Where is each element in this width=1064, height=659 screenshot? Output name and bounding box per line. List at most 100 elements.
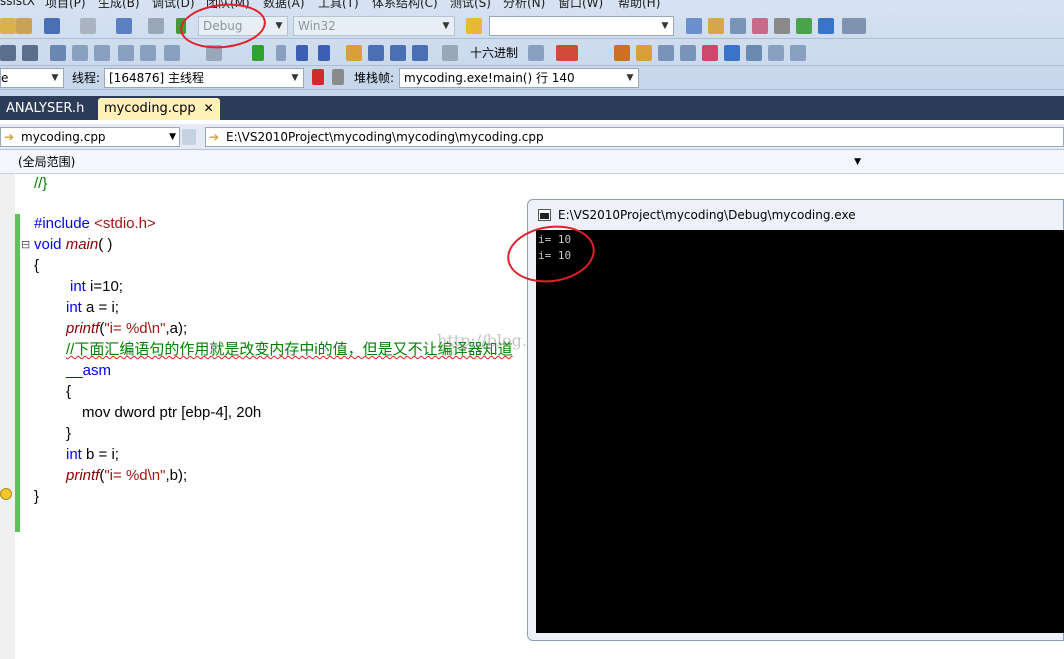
step-out-icon[interactable] (412, 45, 428, 61)
show-next-statement-icon[interactable] (346, 45, 362, 61)
prev-bookmark-icon[interactable] (72, 45, 88, 61)
thread-select[interactable]: [164876] 主线程 ▼ (104, 68, 304, 88)
stack-frame-select[interactable]: mycoding.exe!main() 行 140 ▼ (399, 68, 639, 88)
thread-label: 线程: (72, 71, 101, 85)
bookmark-folder-icon[interactable] (118, 45, 134, 61)
code-line: int i=10; (70, 278, 123, 295)
menu-item-tools[interactable]: 工具(T) (318, 0, 359, 11)
menu-item-debug[interactable]: 调试(D) (152, 0, 195, 11)
quick-watch-icon[interactable] (442, 45, 458, 61)
console-output: i= 10 i= 10 (536, 230, 1064, 633)
menu-item-data[interactable]: 数据(A) (263, 0, 305, 11)
command-window-icon[interactable] (842, 18, 866, 34)
break-all-icon[interactable] (276, 45, 286, 61)
clear-bookmarks-icon[interactable] (140, 45, 156, 61)
platform-select[interactable]: Win32 ▼ (293, 16, 455, 36)
uncomment-icon[interactable] (22, 45, 38, 61)
find-combo[interactable]: ▼ (489, 16, 674, 36)
code-line: } (66, 425, 72, 442)
code-line: void main( ) (34, 236, 113, 253)
flag-filter-icon[interactable] (332, 69, 344, 85)
save-all-icon[interactable] (0, 18, 16, 34)
tab-analyser-h[interactable]: ANALYSER.h (0, 98, 90, 120)
code-line: printf("i= %d\n",b); (66, 467, 188, 484)
tab-mycoding-cpp[interactable]: mycoding.cpp ✕ (98, 98, 220, 120)
open-header-icon[interactable] (724, 45, 740, 61)
show-threads-icon[interactable] (528, 45, 544, 61)
open-file-icon[interactable] (636, 45, 652, 61)
console-window[interactable]: E:\VS2010Project\mycoding\Debug\mycoding… (527, 199, 1064, 641)
code-line: int a = i; (66, 299, 119, 316)
collapse-icon[interactable]: ⊟ (21, 238, 30, 251)
menu-item-analyze[interactable]: 分析(N) (503, 0, 545, 11)
toolbox-icon[interactable] (752, 18, 768, 34)
undo-icon[interactable] (44, 18, 60, 34)
code-line: int b = i; (66, 446, 119, 463)
restart-icon[interactable] (318, 45, 330, 61)
document-tabs: ANALYSER.h mycoding.cpp ✕ (0, 96, 1064, 120)
process-select[interactable]: e ▼ (0, 68, 64, 88)
file-path-value: E:\VS2010Project\mycoding\mycoding\mycod… (226, 130, 544, 144)
bookmark-icon[interactable] (50, 45, 66, 61)
chevron-down-icon: ▼ (291, 73, 299, 83)
indicator-margin (0, 174, 15, 659)
file-path-box[interactable]: ➔ E:\VS2010Project\mycoding\mycoding\myc… (205, 127, 1064, 147)
file-select[interactable]: ➔ mycoding.cpp ▼ (0, 127, 180, 147)
path-icon: ➔ (209, 130, 220, 144)
step-into-icon[interactable] (368, 45, 384, 61)
navigate-backward-icon[interactable] (116, 18, 132, 34)
step-over-icon[interactable] (390, 45, 406, 61)
debug-toolbar: 十六进制 (0, 40, 1064, 66)
chevron-down-icon: ▼ (626, 73, 634, 83)
chevron-down-icon: ▼ (169, 132, 176, 142)
menu-item-project[interactable]: 项目(P) (45, 0, 86, 11)
va-options-icon[interactable] (790, 45, 806, 61)
find-in-files-icon[interactable] (466, 18, 482, 34)
redo-icon[interactable] (80, 18, 96, 34)
tools-icon[interactable] (774, 18, 790, 34)
chevron-down-icon: ▼ (854, 157, 861, 167)
stack-frame-label: 堆栈帧: (354, 71, 395, 85)
menu-bar: ssistX 项目(P) 生成(B) 调试(D) 团队(M) 数据(A) 工具(… (0, 0, 1064, 10)
stop-debugging-icon[interactable] (296, 45, 308, 61)
close-icon[interactable]: ✕ (204, 101, 214, 115)
chevron-down-icon: ▼ (442, 21, 450, 31)
spell-check-icon[interactable] (746, 45, 762, 61)
menu-item-architecture[interactable]: 体系结构(C) (372, 0, 438, 11)
find-references-icon[interactable] (680, 45, 696, 61)
breakpoints-icon[interactable] (556, 45, 578, 61)
menu-item-test[interactable]: 测试(S) (450, 0, 491, 11)
hex-display-button[interactable]: 十六进制 (470, 44, 518, 61)
continue-icon[interactable] (252, 45, 264, 61)
scope-select[interactable]: (全局范围) ▼ (0, 153, 864, 173)
bookmark-window-icon[interactable] (164, 45, 180, 61)
paste-icon[interactable] (16, 18, 32, 34)
platform-value: Win32 (298, 19, 336, 33)
stack-frame-value: mycoding.exe!main() 行 140 (404, 71, 575, 85)
object-browser-icon[interactable] (730, 18, 746, 34)
thread-value: [164876] 主线程 (109, 71, 204, 85)
next-bookmark-icon[interactable] (94, 45, 110, 61)
code-line: { (66, 383, 72, 400)
flag-thread-icon[interactable] (312, 69, 324, 85)
chevron-down-icon: ▼ (51, 73, 59, 83)
refactor-icon[interactable] (768, 45, 784, 61)
chevron-down-icon: ▼ (275, 21, 283, 31)
properties-icon[interactable] (708, 18, 724, 34)
menu-item-help[interactable]: 帮助(H) (618, 0, 660, 11)
start-page-icon[interactable] (796, 18, 812, 34)
console-title: E:\VS2010Project\mycoding\Debug\mycoding… (558, 208, 856, 222)
find-symbol-icon[interactable] (658, 45, 674, 61)
tab-label: mycoding.cpp (104, 101, 196, 116)
menu-item-assistx[interactable]: ssistX (0, 0, 35, 8)
comment-icon[interactable] (0, 45, 16, 61)
split-icon[interactable] (182, 129, 196, 145)
solution-explorer-icon[interactable] (686, 18, 702, 34)
code-line: #include <stdio.h> (34, 215, 156, 232)
navigate-forward-icon[interactable] (148, 18, 164, 34)
menu-item-window[interactable]: 窗口(W) (558, 0, 603, 11)
menu-item-build[interactable]: 生成(B) (98, 0, 140, 11)
goto-icon[interactable] (702, 45, 718, 61)
extension-manager-icon[interactable] (818, 18, 834, 34)
visual-assist-icon[interactable] (614, 45, 630, 61)
